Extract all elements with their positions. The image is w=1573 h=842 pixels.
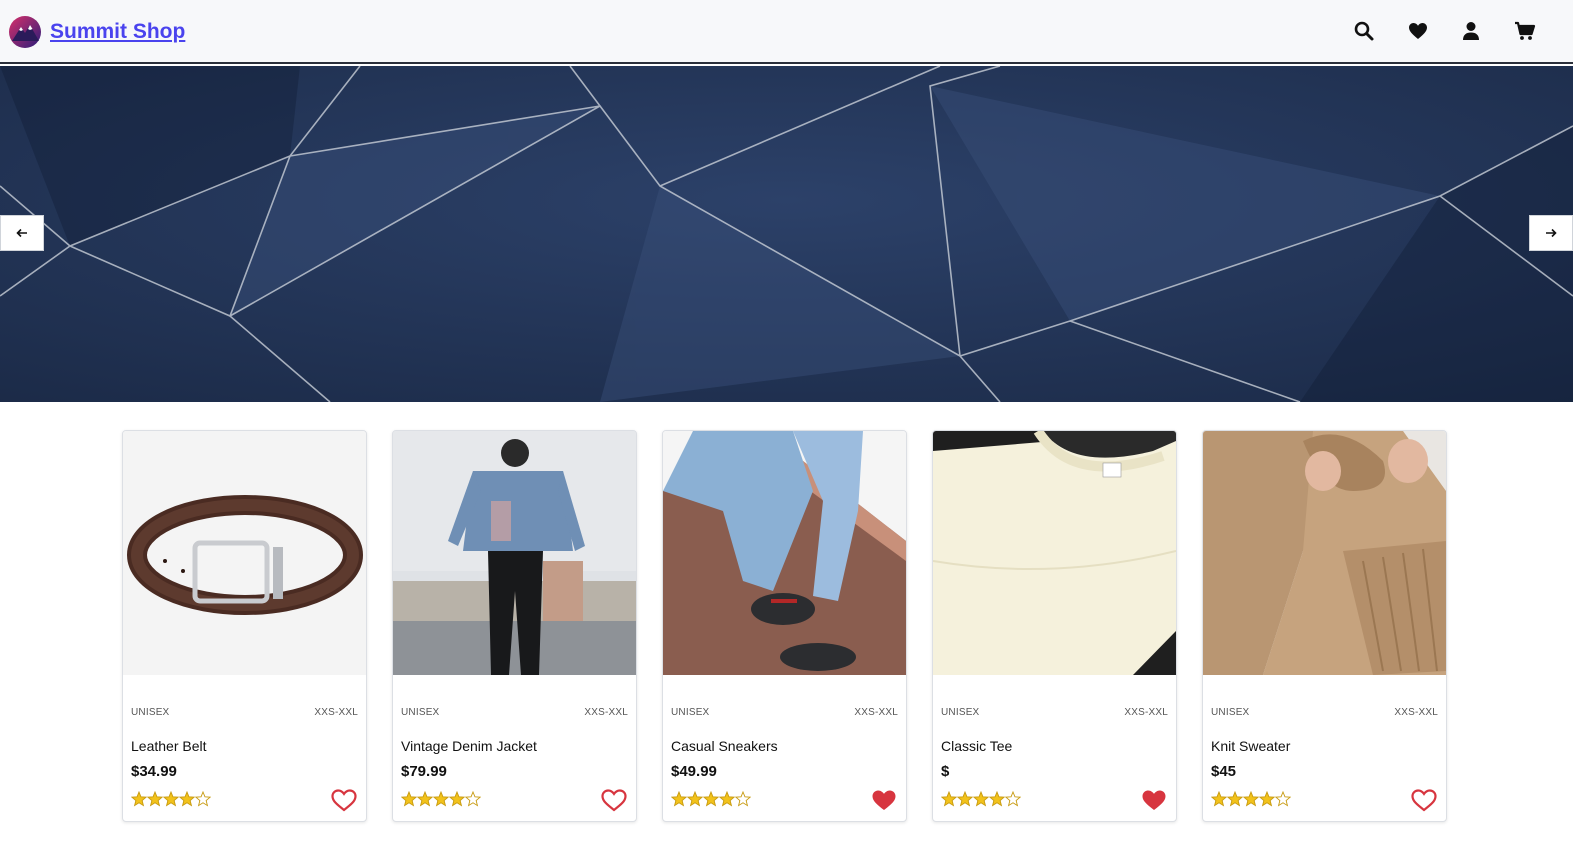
favorite-heart-icon[interactable] bbox=[330, 788, 358, 812]
star-empty-icon bbox=[464, 791, 481, 807]
star-filled-icon bbox=[1226, 791, 1244, 807]
heart-icon[interactable] bbox=[1407, 20, 1429, 42]
product-image-classic-tee[interactable] bbox=[933, 431, 1176, 675]
product-sizes: XXS-XXL bbox=[314, 707, 358, 718]
product-sizes: XXS-XXL bbox=[1124, 707, 1168, 718]
favorite-heart-icon[interactable] bbox=[1410, 788, 1438, 812]
product-name[interactable]: Classic Tee bbox=[941, 738, 1012, 754]
product-sizes: XXS-XXL bbox=[854, 707, 898, 718]
favorite-heart-icon[interactable] bbox=[1140, 788, 1168, 812]
favorite-heart-icon[interactable] bbox=[600, 788, 628, 812]
star-filled-icon bbox=[178, 791, 196, 807]
hero-banner bbox=[0, 66, 1573, 402]
product-gender: UNISEX bbox=[131, 707, 170, 718]
product-card[interactable]: UNISEX XXS-XXL Knit Sweater $45 bbox=[1202, 430, 1447, 822]
product-gender: UNISEX bbox=[671, 707, 710, 718]
search-icon[interactable] bbox=[1353, 20, 1375, 42]
product-sizes: XXS-XXL bbox=[584, 707, 628, 718]
star-filled-icon bbox=[718, 791, 736, 807]
carousel-next-button[interactable] bbox=[1529, 215, 1573, 251]
star-filled-icon bbox=[432, 791, 450, 807]
product-gender: UNISEX bbox=[941, 707, 980, 718]
star-empty-icon bbox=[1274, 791, 1291, 807]
star-empty-icon bbox=[1004, 791, 1021, 807]
arrow-left-icon bbox=[16, 228, 27, 238]
star-empty-icon bbox=[734, 791, 751, 807]
star-filled-icon bbox=[1242, 791, 1260, 807]
star-filled-icon bbox=[1258, 791, 1276, 807]
product-name[interactable]: Knit Sweater bbox=[1211, 738, 1290, 754]
product-image-casual-sneakers[interactable] bbox=[663, 431, 906, 675]
star-filled-icon bbox=[686, 791, 704, 807]
product-gender: UNISEX bbox=[1211, 707, 1250, 718]
rating-stars bbox=[941, 791, 1021, 807]
product-image-leather-belt[interactable] bbox=[123, 431, 366, 675]
star-filled-icon bbox=[162, 791, 180, 807]
product-card[interactable]: UNISEX XXS-XXL Vintage Denim Jacket $79.… bbox=[392, 430, 637, 822]
carousel-prev-button[interactable] bbox=[0, 215, 44, 251]
product-card[interactable]: UNISEX XXS-XXL Leather Belt $34.99 bbox=[122, 430, 367, 822]
favorite-heart-icon[interactable] bbox=[870, 788, 898, 812]
hero-background-image bbox=[0, 66, 1573, 402]
star-filled-icon bbox=[401, 791, 418, 807]
product-name[interactable]: Vintage Denim Jacket bbox=[401, 738, 537, 754]
rating-stars bbox=[671, 791, 751, 807]
rating-stars bbox=[1211, 791, 1291, 807]
brand-link[interactable]: Summit Shop bbox=[50, 20, 185, 44]
cart-icon[interactable] bbox=[1514, 20, 1536, 42]
rating-stars bbox=[401, 791, 481, 807]
product-grid: UNISEX XXS-XXL Leather Belt $34.99 UNISE… bbox=[122, 430, 1447, 822]
star-filled-icon bbox=[131, 791, 148, 807]
rating-stars bbox=[131, 791, 211, 807]
product-price: $ bbox=[941, 763, 950, 780]
star-filled-icon bbox=[146, 791, 164, 807]
star-filled-icon bbox=[702, 791, 720, 807]
product-name[interactable]: Leather Belt bbox=[131, 738, 207, 754]
product-image-knit-sweater[interactable] bbox=[1203, 431, 1446, 675]
product-price: $79.99 bbox=[401, 763, 447, 780]
logo-icon[interactable] bbox=[8, 15, 42, 49]
product-image-vintage-denim-jacket[interactable] bbox=[393, 431, 636, 675]
star-filled-icon bbox=[972, 791, 990, 807]
star-filled-icon bbox=[1211, 791, 1228, 807]
star-empty-icon bbox=[194, 791, 211, 807]
star-filled-icon bbox=[448, 791, 466, 807]
site-header: Summit Shop bbox=[0, 0, 1573, 64]
star-filled-icon bbox=[671, 791, 688, 807]
product-price: $49.99 bbox=[671, 763, 717, 780]
product-card[interactable]: UNISEX XXS-XXL Casual Sneakers $49.99 bbox=[662, 430, 907, 822]
user-icon[interactable] bbox=[1460, 20, 1482, 42]
product-gender: UNISEX bbox=[401, 707, 440, 718]
star-filled-icon bbox=[988, 791, 1006, 807]
product-sizes: XXS-XXL bbox=[1394, 707, 1438, 718]
product-price: $34.99 bbox=[131, 763, 177, 780]
product-price: $45 bbox=[1211, 763, 1237, 780]
star-filled-icon bbox=[956, 791, 974, 807]
product-name[interactable]: Casual Sneakers bbox=[671, 738, 778, 754]
star-filled-icon bbox=[941, 791, 958, 807]
product-card[interactable]: UNISEX XXS-XXL Classic Tee $ bbox=[932, 430, 1177, 822]
star-filled-icon bbox=[416, 791, 434, 807]
arrow-right-icon bbox=[1546, 228, 1557, 238]
